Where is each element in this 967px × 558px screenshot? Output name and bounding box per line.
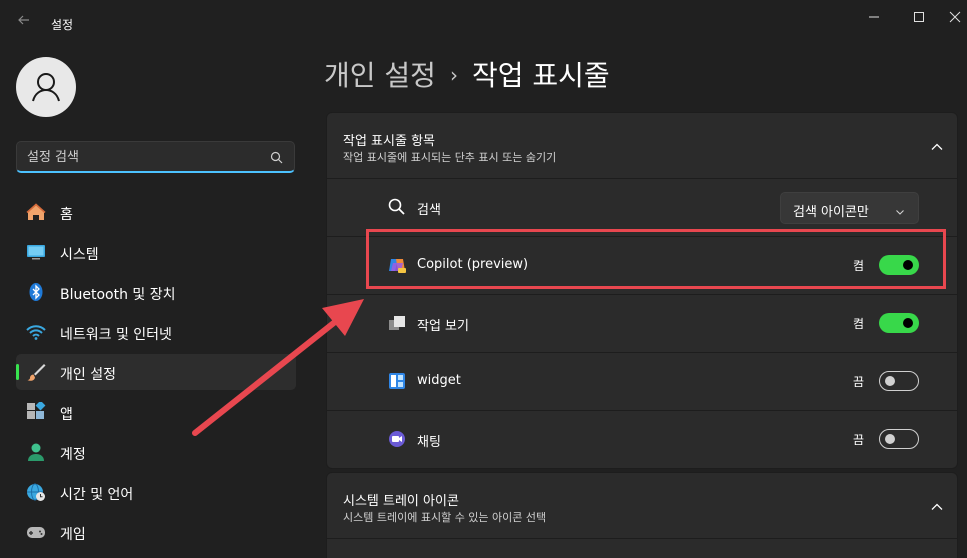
section-header[interactable]: 작업 표시줄 항목 작업 표시줄에 표시되는 단추 표시 또는 숨기기: [327, 113, 957, 179]
sidebar-item-gaming[interactable]: 게임: [16, 514, 296, 550]
sidebar-item-apps[interactable]: 앱: [16, 394, 296, 430]
search-icon: [387, 197, 407, 217]
sidebar-item-label: 홈: [60, 207, 73, 223]
breadcrumb-separator: ›: [449, 63, 458, 87]
close-icon[interactable]: [940, 6, 967, 28]
toggle-state-label: 끔: [853, 433, 865, 447]
setting-label: 검색: [417, 203, 441, 218]
chevron-up-icon[interactable]: [930, 139, 944, 153]
gamepad-icon: [26, 522, 46, 542]
settings-search-box[interactable]: [16, 141, 295, 173]
section-title: 시스템 트레이 아이콘: [343, 494, 459, 509]
setting-label: 채팅: [417, 435, 441, 450]
section-subtitle: 시스템 트레이에 표시할 수 있는 아이콘 선택: [343, 511, 547, 524]
chat-toggle[interactable]: [879, 429, 919, 449]
user-avatar-icon[interactable]: [16, 57, 76, 117]
chat-icon: [387, 429, 407, 449]
setting-row-task-view: 작업 보기 켬: [327, 295, 957, 353]
sidebar-item-personalization[interactable]: 개인 설정: [16, 354, 296, 390]
toggle-state-label: 켬: [853, 317, 865, 331]
section-title: 작업 표시줄 항목: [343, 134, 435, 149]
monitor-icon: [26, 242, 46, 262]
active-indicator: [16, 364, 19, 380]
sidebar-item-accounts[interactable]: 계정: [16, 434, 296, 470]
toggle-knob: [885, 434, 895, 444]
sidebar-item-home[interactable]: 홈: [16, 194, 296, 230]
sidebar-item-label: 시간 및 언어: [60, 487, 134, 503]
app-title: 설정: [51, 18, 74, 32]
search-icon[interactable]: [270, 150, 284, 164]
section-subtitle: 작업 표시줄에 표시되는 단추 표시 또는 숨기기: [343, 151, 557, 164]
sidebar-item-label: 네트워크 및 인터넷: [60, 327, 172, 343]
bluetooth-icon: [26, 282, 46, 302]
sidebar-item-network[interactable]: 네트워크 및 인터넷: [16, 314, 296, 350]
sidebar-item-label: Bluetooth 및 장치: [60, 287, 176, 303]
toggle-knob: [903, 318, 913, 328]
sidebar-item-bluetooth[interactable]: Bluetooth 및 장치: [16, 274, 296, 310]
search-input[interactable]: [27, 147, 257, 167]
sidebar-item-label: 앱: [60, 407, 73, 423]
taskbar-items-section: 작업 표시줄 항목 작업 표시줄에 표시되는 단추 표시 또는 숨기기 검색 검…: [326, 112, 958, 469]
widgets-icon: [387, 371, 407, 391]
sidebar-item-system[interactable]: 시스템: [16, 234, 296, 270]
sidebar-item-time-language[interactable]: 시간 및 언어: [16, 474, 296, 510]
system-tray-section: 시스템 트레이 아이콘 시스템 트레이에 표시할 수 있는 아이콘 선택: [326, 472, 958, 558]
chevron-up-icon[interactable]: [930, 499, 944, 513]
chevron-down-icon: [894, 203, 906, 215]
search-mode-dropdown[interactable]: 검색 아이콘만: [780, 192, 919, 224]
globe-clock-icon: [26, 482, 46, 502]
setting-row-widgets: widget 끔: [327, 353, 957, 411]
breadcrumb: 개인 설정 › 작업 표시줄: [324, 54, 610, 94]
apps-icon: [26, 400, 46, 422]
toggle-state-label: 끔: [853, 375, 865, 389]
widgets-toggle[interactable]: [879, 371, 919, 391]
minimize-icon[interactable]: [859, 6, 889, 28]
sidebar-nav: 홈 시스템 Bluetooth 및 장치 네트워크 및 인터넷 개인 설정 앱: [16, 194, 296, 554]
task-view-toggle[interactable]: [879, 313, 919, 333]
back-arrow-icon[interactable]: [14, 12, 34, 32]
breadcrumb-parent[interactable]: 개인 설정: [324, 59, 436, 92]
wifi-icon: [26, 322, 46, 342]
annotation-highlight-box: [366, 229, 946, 289]
brush-icon: [26, 362, 46, 382]
maximize-icon[interactable]: [904, 6, 934, 28]
sidebar-item-label: 계정: [60, 447, 86, 463]
sidebar-item-label: 게임: [60, 527, 86, 543]
dropdown-value: 검색 아이콘만: [793, 205, 869, 220]
setting-label: 작업 보기: [417, 319, 469, 334]
sidebar-item-label: 개인 설정: [60, 367, 116, 383]
setting-row-chat: 채팅 끔: [327, 411, 957, 468]
toggle-knob: [885, 376, 895, 386]
setting-label: widget: [417, 373, 461, 388]
title-bar: 설정: [0, 0, 967, 46]
section-header[interactable]: 시스템 트레이 아이콘 시스템 트레이에 표시할 수 있는 아이콘 선택: [327, 473, 957, 539]
account-icon: [26, 442, 46, 462]
task-view-icon: [387, 313, 407, 333]
page-title: 작업 표시줄: [471, 59, 610, 92]
home-icon: [26, 202, 46, 222]
sidebar-item-label: 시스템: [60, 247, 99, 263]
